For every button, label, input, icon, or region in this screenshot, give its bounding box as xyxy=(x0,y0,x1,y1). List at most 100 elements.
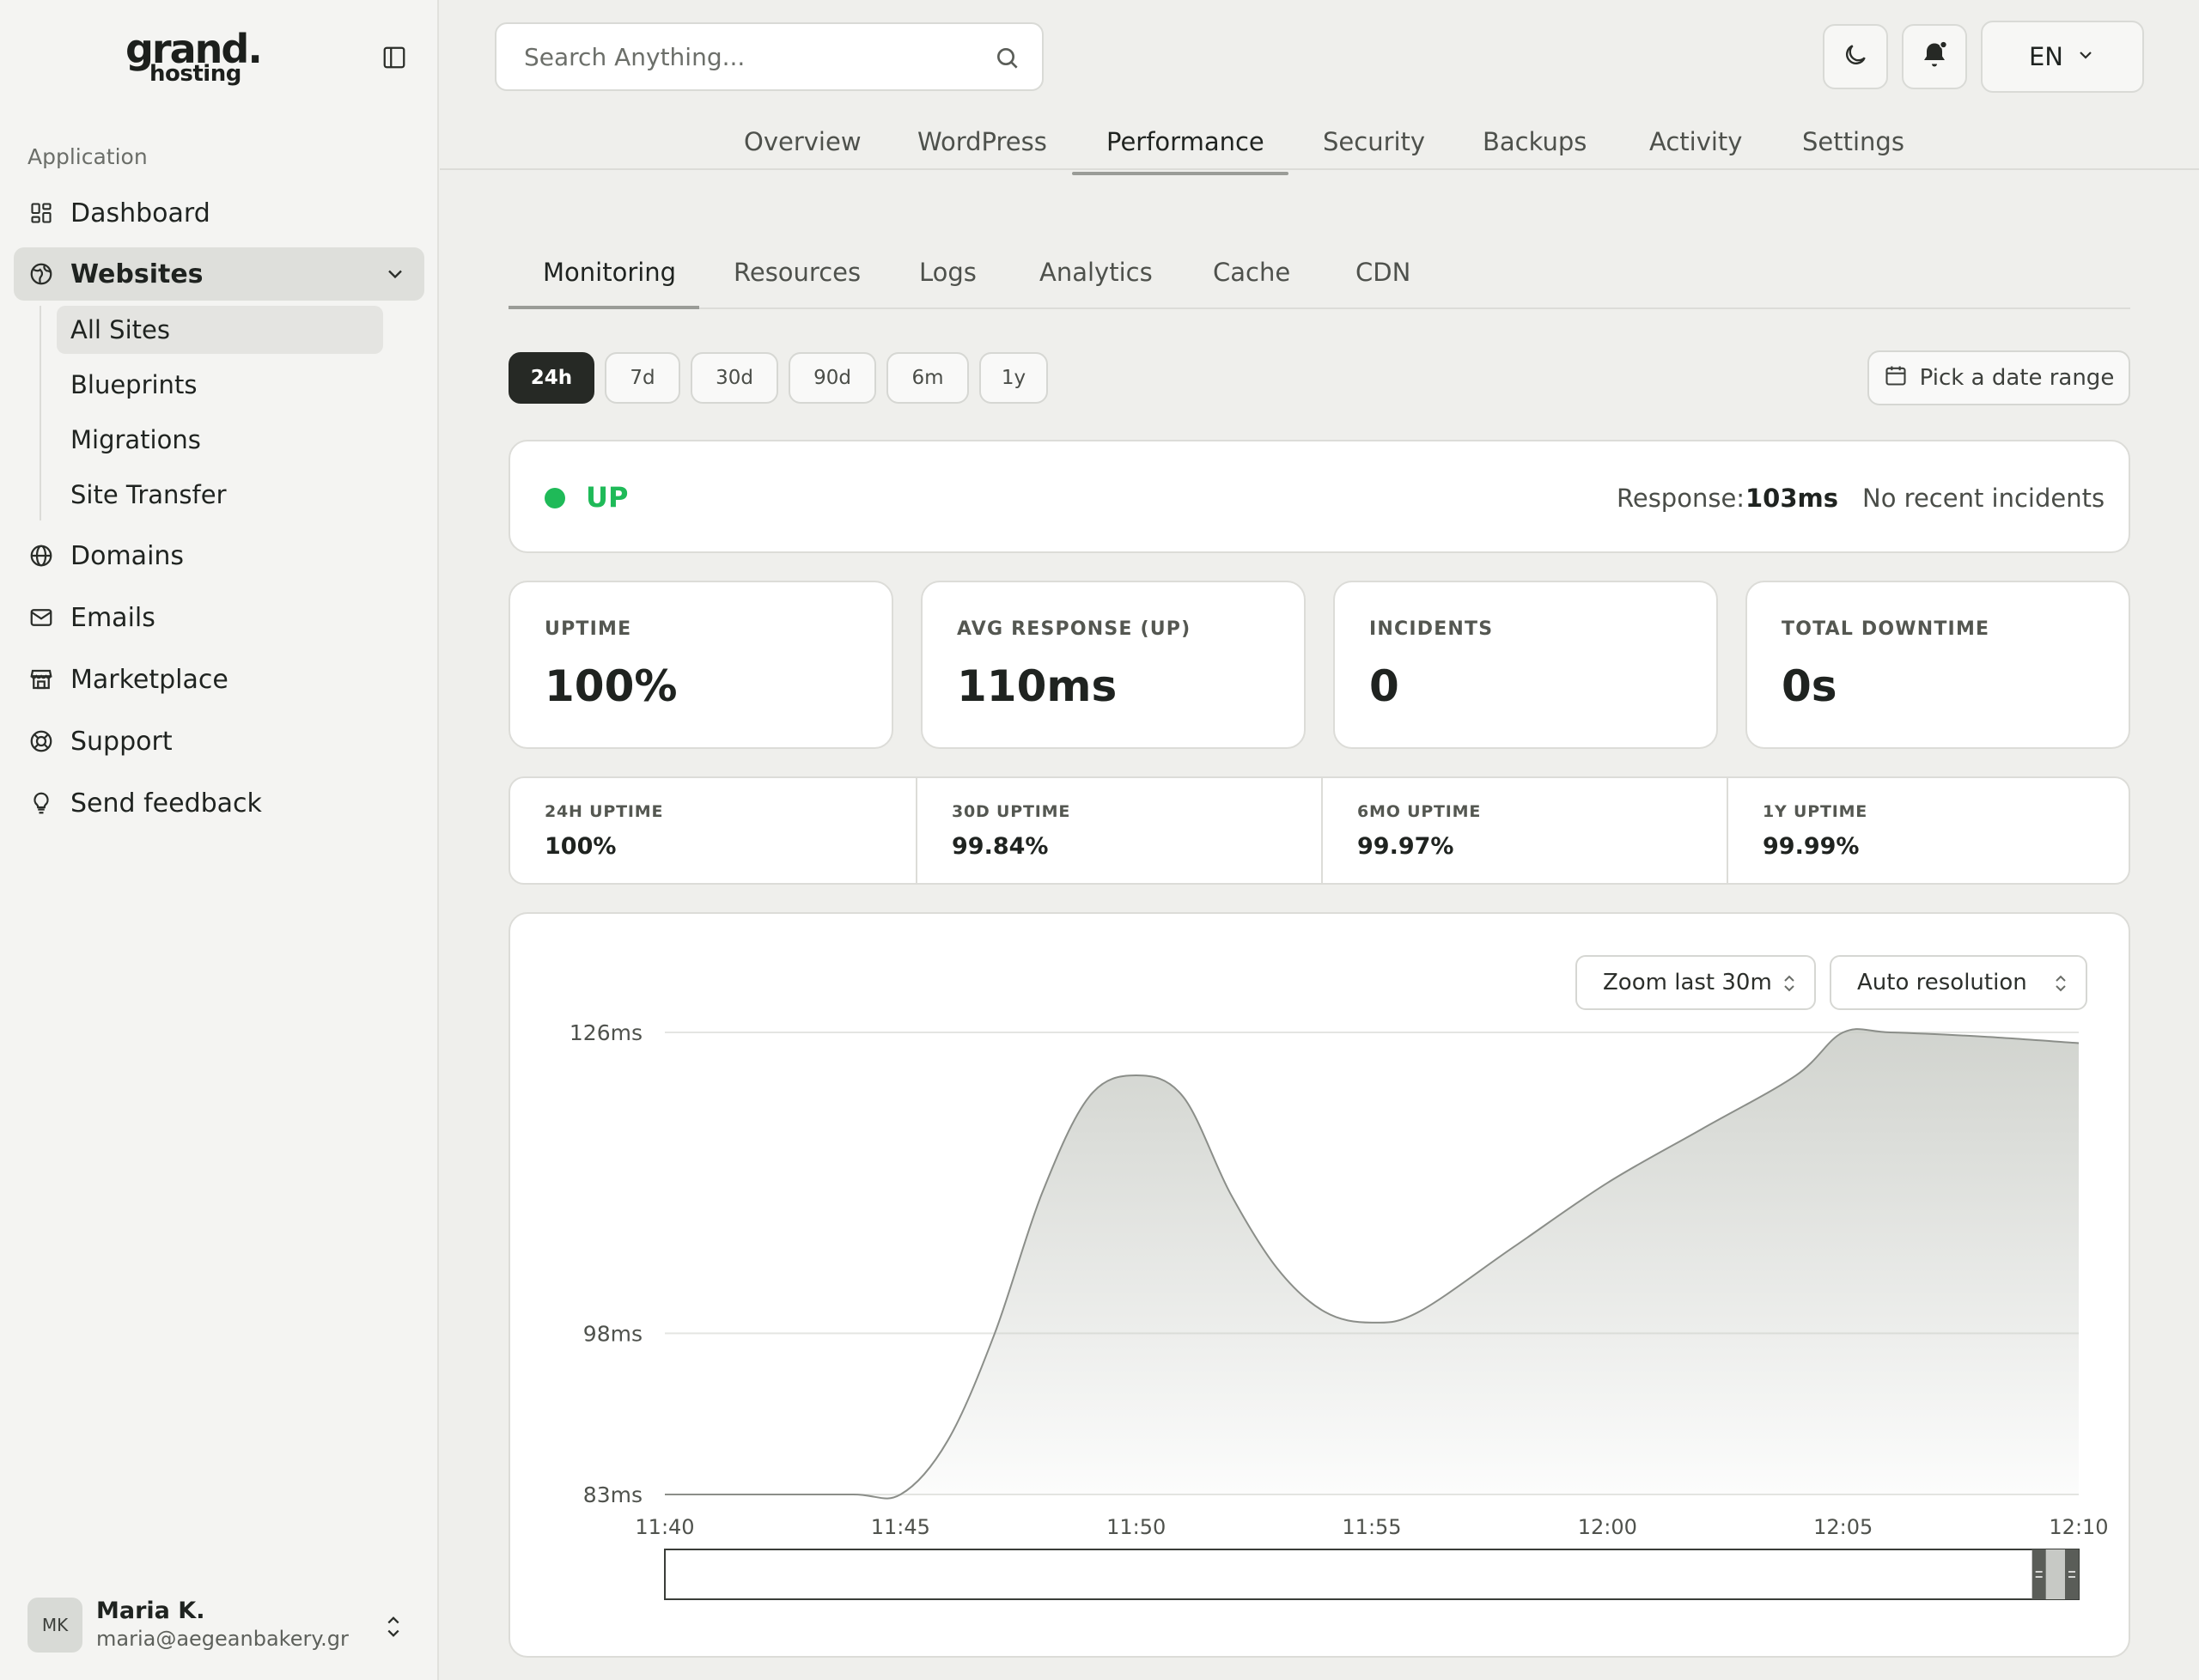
chevron-down-icon xyxy=(383,262,407,286)
sidebar-item-label: Send feedback xyxy=(70,788,262,819)
uptime-value: 100% xyxy=(545,833,617,860)
subtab-monitoring[interactable]: Monitoring xyxy=(543,258,676,287)
tab-backups[interactable]: Backups xyxy=(1483,127,1587,156)
range-30d-button[interactable]: 30d xyxy=(691,352,778,404)
stat-label: TOTAL DOWNTIME xyxy=(1782,618,1990,640)
subtab-cache[interactable]: Cache xyxy=(1213,258,1290,287)
series-area xyxy=(665,1029,2079,1499)
user-email: maria@aegeanbakery.gr xyxy=(96,1627,349,1651)
sidebar-item-dashboard[interactable]: Dashboard xyxy=(14,186,424,240)
y-tick-label: 83ms xyxy=(583,1482,643,1507)
brand-logo[interactable]: grand. hosting xyxy=(125,29,263,87)
chevron-down-icon xyxy=(2075,42,2096,71)
x-tick-label: 11:45 xyxy=(871,1515,930,1539)
tab-settings[interactable]: Settings xyxy=(1802,127,1904,156)
uptime-cell-1y: 1Y UPTIME 99.99% xyxy=(1727,778,2132,883)
sidebar-subitem-all-sites[interactable]: All Sites xyxy=(57,306,383,354)
range-90d-button[interactable]: 90d xyxy=(789,352,876,404)
sidebar-toggle-icon[interactable] xyxy=(381,45,407,70)
calendar-icon xyxy=(1884,363,1908,393)
range-brush-track[interactable] xyxy=(664,1549,2080,1600)
uptime-cell-24h: 24H UPTIME 100% xyxy=(510,778,916,883)
search-bar[interactable] xyxy=(495,22,1044,91)
chevrons-up-down-icon[interactable] xyxy=(381,1613,405,1640)
sidebar-subitem-blueprints[interactable]: Blueprints xyxy=(57,361,383,409)
sidebar-item-marketplace[interactable]: Marketplace xyxy=(14,653,424,706)
stat-label: UPTIME xyxy=(545,618,632,640)
store-icon xyxy=(27,666,55,693)
sidebar-item-websites[interactable]: Websites xyxy=(14,247,424,301)
range-24h-button[interactable]: 24h xyxy=(509,352,594,404)
range-1y-button[interactable]: 1y xyxy=(979,352,1048,404)
response-time-chart-card: Zoom last 30m Auto resolution 126ms 98ms 8… xyxy=(509,912,2130,1658)
uptime-label: 6MO UPTIME xyxy=(1357,802,1482,821)
uptime-value: 99.97% xyxy=(1357,833,1454,860)
lightbulb-icon xyxy=(27,789,55,817)
status-text: UP xyxy=(586,481,629,514)
tab-performance[interactable]: Performance xyxy=(1106,127,1264,156)
uptime-label: 1Y UPTIME xyxy=(1763,802,1868,821)
response-value: 103ms xyxy=(1745,484,1839,513)
stat-label: INCIDENTS xyxy=(1369,618,1494,640)
range-brush-handle[interactable] xyxy=(2065,1549,2079,1599)
dashboard-icon xyxy=(27,199,55,227)
range-6m-button[interactable]: 6m xyxy=(886,352,969,404)
incidents-note: No recent incidents xyxy=(1862,484,2105,513)
sidebar-subitem-site-transfer[interactable]: Site Transfer xyxy=(57,471,383,519)
active-tab-indicator xyxy=(1072,172,1288,175)
submenu-guide-line xyxy=(40,306,41,520)
sidebar-item-send-feedback[interactable]: Send feedback xyxy=(14,776,424,830)
sidebar: grand. hosting Application Dashboard Web… xyxy=(0,0,439,1680)
y-tick-label: 126ms xyxy=(570,1020,643,1045)
user-menu[interactable]: MK Maria K. maria@aegeanbakery.gr xyxy=(27,1596,414,1656)
subtab-analytics[interactable]: Analytics xyxy=(1039,258,1153,287)
stat-value: 0s xyxy=(1782,661,1837,711)
sub-tabs: Monitoring Resources Logs Analytics Cach… xyxy=(509,251,2130,309)
notifications-button[interactable] xyxy=(1902,24,1967,89)
stat-card-uptime: UPTIME 100% xyxy=(509,581,893,749)
stat-value: 110ms xyxy=(957,661,1118,711)
x-tick-label: 12:05 xyxy=(1813,1515,1873,1539)
range-brush-handle[interactable] xyxy=(2031,1549,2046,1599)
sidebar-item-label: Support xyxy=(70,726,173,757)
range-7d-button[interactable]: 7d xyxy=(605,352,680,404)
tab-overview[interactable]: Overview xyxy=(744,127,862,156)
uptime-label: 30D UPTIME xyxy=(952,802,1071,821)
stat-card-avg-response: AVG RESPONSE (UP) 110ms xyxy=(921,581,1306,749)
date-range-picker[interactable]: Pick a date range xyxy=(1867,350,2130,405)
tab-wordpress[interactable]: WordPress xyxy=(917,127,1047,156)
websites-icon xyxy=(27,260,55,288)
section-label-application: Application xyxy=(27,144,148,169)
status-card: UP Response: 103ms No recent incidents xyxy=(509,440,2130,553)
search-input[interactable] xyxy=(524,40,971,74)
response-label: Response: xyxy=(1617,484,1745,513)
x-tick-label: 11:50 xyxy=(1106,1515,1166,1539)
subtab-logs[interactable]: Logs xyxy=(919,258,977,287)
sidebar-item-emails[interactable]: Emails xyxy=(14,591,424,644)
globe-icon xyxy=(27,542,55,569)
status-indicator-dot xyxy=(545,488,565,508)
sidebar-subitem-migrations[interactable]: Migrations xyxy=(57,416,383,464)
language-select[interactable]: EN xyxy=(1981,21,2144,93)
sidebar-item-support[interactable]: Support xyxy=(14,715,424,768)
subtab-resources[interactable]: Resources xyxy=(734,258,861,287)
sidebar-item-label: Domains xyxy=(70,540,185,571)
active-subtab-indicator xyxy=(509,306,699,309)
uptime-value: 99.99% xyxy=(1763,833,1860,860)
uptime-cell-6mo: 6MO UPTIME 99.97% xyxy=(1321,778,1727,883)
logo-line-2: hosting xyxy=(149,61,241,87)
user-name: Maria K. xyxy=(96,1598,205,1624)
search-icon[interactable] xyxy=(994,45,1021,72)
moon-icon xyxy=(1842,41,1869,72)
sidebar-item-domains[interactable]: Domains xyxy=(14,529,424,582)
theme-toggle-button[interactable] xyxy=(1823,24,1888,89)
uptime-label: 24H UPTIME xyxy=(545,802,664,821)
subtab-cdn[interactable]: CDN xyxy=(1355,258,1410,287)
tab-security[interactable]: Security xyxy=(1323,127,1425,156)
y-tick-label: 98ms xyxy=(583,1321,643,1346)
tab-activity[interactable]: Activity xyxy=(1649,127,1742,156)
response-time-chart: 126ms 98ms 83ms 11:40 11:45 11:50 11:55 12:00 1… xyxy=(570,1020,2109,1600)
avatar: MK xyxy=(27,1598,82,1653)
stat-card-total-downtime: TOTAL DOWNTIME 0s xyxy=(1745,581,2130,749)
x-tick-label: 11:40 xyxy=(635,1515,694,1539)
